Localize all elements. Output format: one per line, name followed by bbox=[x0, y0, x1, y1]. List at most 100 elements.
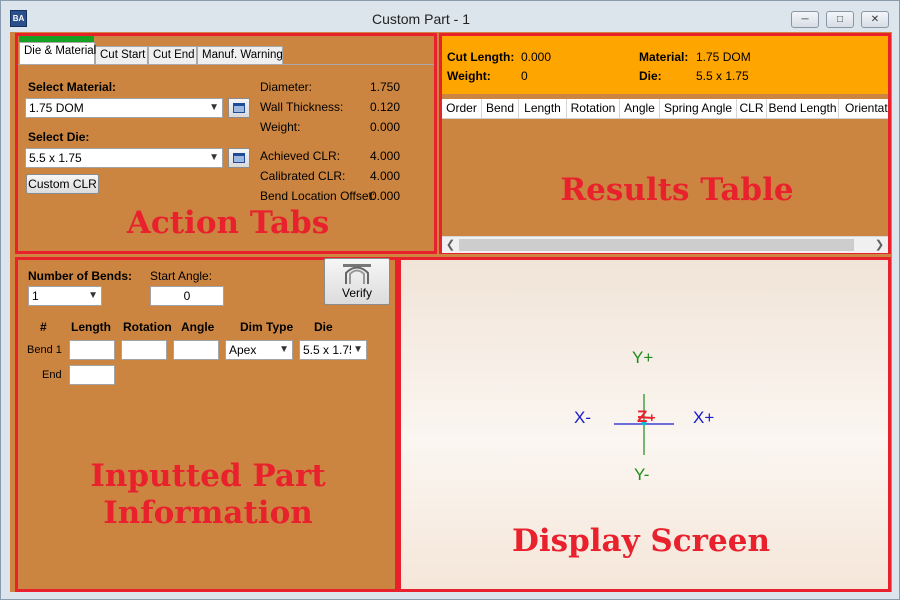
tab-cut-start[interactable]: Cut Start bbox=[95, 46, 148, 64]
scroll-right-icon[interactable]: ❯ bbox=[871, 237, 888, 253]
tab-cut-end[interactable]: Cut End bbox=[148, 46, 197, 64]
start-angle-label: Start Angle: bbox=[150, 269, 213, 283]
col-header-length: Length bbox=[71, 320, 111, 334]
bend-location-offset-value: 0.000 bbox=[370, 189, 401, 203]
results-material-label: Material: bbox=[639, 50, 689, 64]
part-info-annotation: Inputted Part Information bbox=[48, 458, 368, 532]
bend-1-rotation-input[interactable] bbox=[121, 340, 167, 360]
y-minus-label: Y- bbox=[634, 465, 650, 484]
bend-location-offset-label: Bend Location Offset: bbox=[260, 189, 376, 203]
results-horizontal-scrollbar[interactable]: ❮ ❯ bbox=[442, 236, 888, 253]
diameter-label: Diameter: bbox=[260, 80, 313, 94]
scroll-left-icon[interactable]: ❮ bbox=[442, 237, 459, 253]
calibrated-clr-value: 4.000 bbox=[370, 169, 401, 183]
scrollbar-thumb[interactable] bbox=[459, 239, 854, 251]
title-bar[interactable]: BA Custom Part - 1 ─ □ ✕ bbox=[1, 1, 899, 32]
select-die-label: Select Die: bbox=[28, 130, 90, 144]
results-die-value: 5.5 x 1.75 bbox=[696, 69, 749, 83]
chevron-down-icon: ▼ bbox=[209, 102, 219, 113]
achieved-clr-value: 4.000 bbox=[370, 149, 401, 163]
cut-length-label: Cut Length: bbox=[447, 50, 515, 64]
wall-thickness-label: Wall Thickness: bbox=[260, 100, 344, 114]
results-table-annotation: Results Table bbox=[560, 172, 794, 208]
col-orientation[interactable]: Orientation bbox=[839, 99, 888, 118]
app-window: BA Custom Part - 1 ─ □ ✕ Die & Material … bbox=[0, 0, 900, 600]
die-material-panel: Select Material: 1.75 DOM ▼ Select Die: … bbox=[18, 64, 434, 251]
restore-icon: □ bbox=[836, 14, 844, 25]
material-select-value: 1.75 DOM bbox=[29, 101, 84, 115]
bend-1-angle-input[interactable] bbox=[173, 340, 219, 360]
part-info-region: Number of Bends: 1 ▼ Start Angle: 0 Veri… bbox=[15, 257, 398, 592]
bend-1-die-select[interactable]: 5.5 x 1.75 ▼ bbox=[299, 340, 367, 360]
col-header-angle: Angle bbox=[181, 320, 215, 334]
results-die-label: Die: bbox=[639, 69, 662, 83]
results-weight-value: 0 bbox=[521, 69, 528, 83]
col-header-number: # bbox=[40, 320, 47, 334]
part-info-annotation-line2: Information bbox=[103, 495, 313, 532]
display-screen-region[interactable]: Y+ Y- X- X+ Z + Display Screen bbox=[398, 257, 891, 592]
diameter-value: 1.750 bbox=[370, 80, 401, 94]
tab-die-material[interactable]: Die & Material bbox=[19, 42, 96, 64]
tab-manuf-warning[interactable]: Manuf. Warning bbox=[197, 46, 283, 64]
library-icon bbox=[233, 103, 245, 113]
material-library-button[interactable] bbox=[228, 98, 250, 118]
verify-button[interactable]: Verify bbox=[324, 258, 390, 305]
z-axis-label: Z bbox=[637, 407, 648, 426]
close-button[interactable]: ✕ bbox=[861, 11, 889, 28]
library-icon bbox=[233, 153, 245, 163]
minimize-button[interactable]: ─ bbox=[791, 11, 819, 28]
cut-length-value: 0.000 bbox=[521, 50, 552, 64]
number-of-bends-value: 1 bbox=[32, 289, 39, 303]
bend-1-dim-type-value: Apex bbox=[229, 343, 257, 357]
x-plus-label: X+ bbox=[693, 408, 715, 427]
die-select-value: 5.5 x 1.75 bbox=[29, 151, 82, 165]
y-plus-label: Y+ bbox=[632, 348, 654, 367]
minimize-icon: ─ bbox=[801, 14, 809, 25]
col-order[interactable]: Order bbox=[442, 99, 482, 118]
results-summary: Cut Length: 0.000 Weight: 0 Material: 1.… bbox=[442, 36, 888, 94]
z-plus-marker: + bbox=[648, 410, 656, 425]
verify-label: Verify bbox=[341, 286, 372, 300]
part-info-annotation-line1: Inputted Part bbox=[90, 458, 326, 494]
weight-value: 0.000 bbox=[370, 120, 401, 134]
die-library-button[interactable] bbox=[228, 148, 250, 168]
end-row-label: End bbox=[42, 369, 62, 381]
pipe-bender-icon bbox=[343, 264, 371, 284]
col-angle[interactable]: Angle bbox=[620, 99, 660, 118]
calibrated-clr-label: Calibrated CLR: bbox=[260, 169, 346, 183]
achieved-clr-label: Achieved CLR: bbox=[260, 149, 341, 163]
bend-1-die-value: 5.5 x 1.75 bbox=[303, 343, 356, 357]
col-header-dim-type: Dim Type bbox=[240, 320, 294, 334]
bend-1-dim-type-select[interactable]: Apex ▼ bbox=[225, 340, 293, 360]
results-grid-header: Order Bend Length Rotation Angle Spring … bbox=[442, 99, 888, 119]
number-of-bends-select[interactable]: 1 ▼ bbox=[28, 286, 102, 306]
results-material-value: 1.75 DOM bbox=[696, 50, 751, 64]
bend-1-length-input[interactable] bbox=[69, 340, 115, 360]
results-weight-label: Weight: bbox=[447, 69, 491, 83]
number-of-bends-label: Number of Bends: bbox=[28, 269, 133, 283]
display-screen-annotation: Display Screen bbox=[511, 523, 771, 559]
custom-clr-button[interactable]: Custom CLR bbox=[26, 174, 99, 194]
results-table-region: Cut Length: 0.000 Weight: 0 Material: 1.… bbox=[439, 33, 891, 254]
col-bend[interactable]: Bend bbox=[482, 99, 519, 118]
action-tabs-region: Die & Material Cut Start Cut End Manuf. … bbox=[15, 33, 437, 254]
col-rotation[interactable]: Rotation bbox=[567, 99, 620, 118]
material-select[interactable]: 1.75 DOM ▼ bbox=[25, 98, 223, 118]
restore-button[interactable]: □ bbox=[826, 11, 854, 28]
weight-label: Weight: bbox=[260, 120, 301, 134]
end-length-input[interactable] bbox=[69, 365, 115, 385]
col-header-rotation: Rotation bbox=[123, 320, 172, 334]
chevron-down-icon: ▼ bbox=[351, 341, 363, 359]
col-clr[interactable]: CLR bbox=[737, 99, 767, 118]
bend-1-row-label: Bend 1 bbox=[27, 344, 62, 356]
die-select[interactable]: 5.5 x 1.75 ▼ bbox=[25, 148, 223, 168]
window-title: Custom Part - 1 bbox=[371, 11, 471, 27]
x-minus-label: X- bbox=[574, 408, 591, 427]
chevron-down-icon: ▼ bbox=[88, 290, 98, 301]
col-spring-angle[interactable]: Spring Angle bbox=[660, 99, 737, 118]
chevron-down-icon: ▼ bbox=[209, 152, 219, 163]
start-angle-input[interactable]: 0 bbox=[150, 286, 224, 306]
col-length[interactable]: Length bbox=[519, 99, 567, 118]
wall-thickness-value: 0.120 bbox=[370, 100, 401, 114]
col-bend-length[interactable]: Bend Length bbox=[767, 99, 839, 118]
